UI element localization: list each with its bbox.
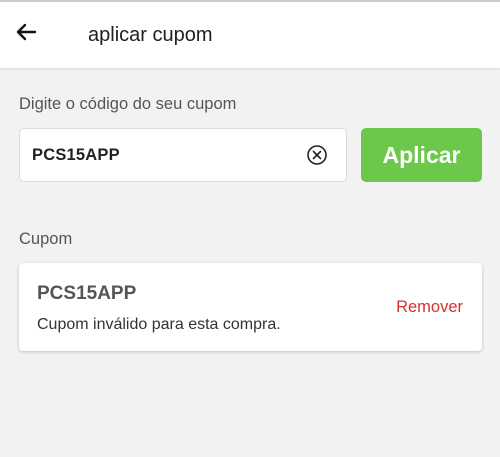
remove-coupon-link[interactable]: Remover: [396, 296, 463, 318]
coupon-code-input[interactable]: [32, 129, 302, 181]
coupon-status-message: Cupom inválido para esta compra.: [37, 316, 281, 333]
back-button[interactable]: [10, 18, 42, 50]
coupon-card: PCS15APP Cupom inválido para esta compra…: [19, 263, 482, 351]
app-header: aplicar cupom: [0, 2, 500, 68]
coupon-section-label: Cupom: [19, 230, 73, 248]
coupon-screen: aplicar cupom Digite o código do seu cup…: [0, 0, 500, 457]
clear-circle-x-icon[interactable]: [306, 144, 328, 166]
coupon-code-label: Digite o código do seu cupom: [19, 95, 237, 113]
coupon-code-field: [19, 128, 347, 182]
coupon-card-code: PCS15APP: [37, 283, 137, 304]
page-title: aplicar cupom: [88, 24, 213, 46]
arrow-left-icon: [14, 20, 38, 49]
apply-button[interactable]: Aplicar: [361, 128, 482, 182]
